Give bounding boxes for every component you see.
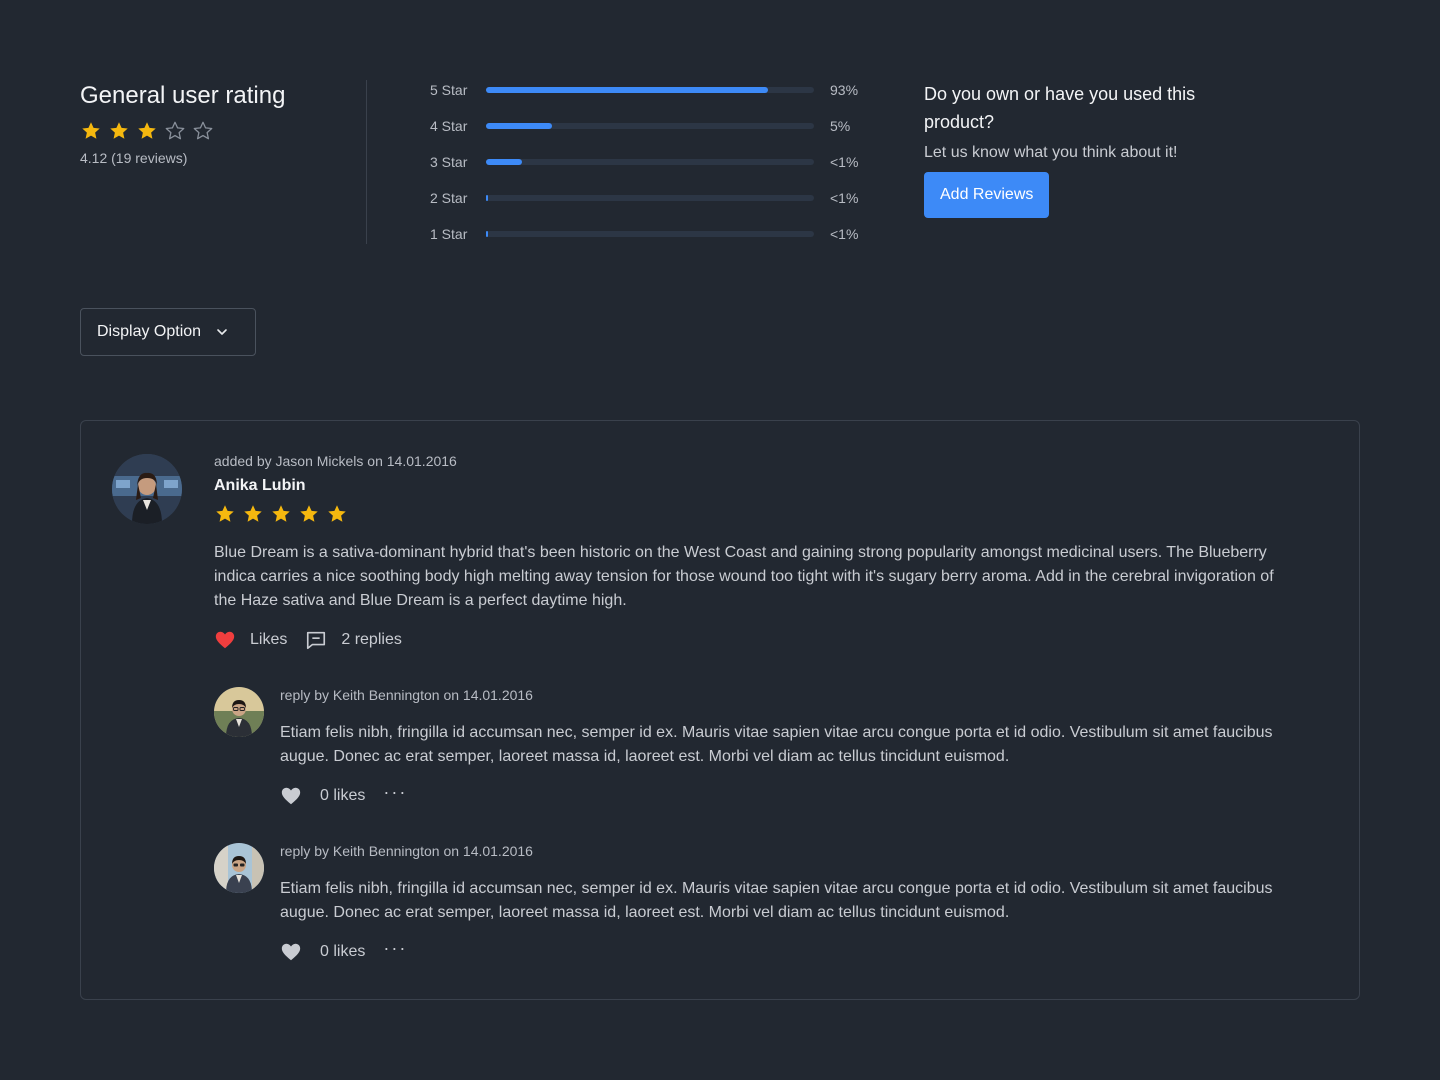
star-icon [298,503,320,525]
heart-icon[interactable] [280,941,302,963]
review-card: added by Jason Mickels on 14.01.2016 Ani… [80,420,1360,1000]
star-icon [192,120,214,142]
replies-label[interactable]: 2 replies [341,631,401,649]
cta-prompt: Let us know what you think about it! [924,144,1178,161]
reply-text: Etiam felis nibh, fringilla id accumsan … [280,880,1273,921]
reply-actions: 0 likes ··· [280,783,1290,807]
star-icon [270,503,292,525]
distribution-track [486,123,814,129]
distribution-track [486,195,814,201]
reply-likes-label[interactable]: 0 likes [320,943,365,961]
distribution-track [486,87,814,93]
distribution-row: 5 Star 93% [430,72,870,108]
summary-divider [366,80,367,244]
distribution-label: 1 Star [430,226,468,242]
review-actions: Likes 2 replies [214,629,1294,651]
star-icon [108,120,130,142]
reply-meta: reply by Keith Bennington on 14.01.2016 [280,843,533,859]
rating-title: General user rating [80,82,286,109]
reviewer-avatar[interactable] [112,454,182,524]
likes-label[interactable]: Likes [250,631,287,649]
reply-meta: reply by Keith Bennington on 14.01.2016 [280,687,533,703]
reply-actions: 0 likes ··· [280,939,1290,963]
review-text: Blue Dream is a sativa-dominant hybrid t… [214,544,1274,609]
distribution-row: 3 Star <1% [430,144,870,180]
distribution-label: 3 Star [430,154,468,170]
review-added-by: added by Jason Mickels on 14.01.2016 [214,453,457,469]
reviewer-name: Anika Lubin [214,477,306,494]
review-stars [214,503,1294,525]
distribution-fill [486,195,488,201]
reply-avatar[interactable] [214,687,264,737]
review-cta: Do you own or have you used this product… [924,80,1224,218]
distribution-percent: 5% [830,118,851,134]
summary-stars [80,120,380,142]
heart-icon[interactable] [214,629,236,651]
distribution-fill [486,87,769,93]
distribution-label: 2 Star [430,190,468,206]
review-page: General user rating 4.12 (19 reviews) 5 … [0,0,1440,1080]
distribution-percent: <1% [830,154,859,170]
display-option-dropdown[interactable]: Display Option [80,308,256,356]
cta-question: Do you own or have you used this product… [924,84,1196,132]
distribution-percent: <1% [830,190,859,206]
rating-distribution: 5 Star 93% 4 Star 5% 3 Star <1% 2 Star <… [430,80,870,252]
distribution-percent: 93% [830,82,859,98]
distribution-track [486,159,814,165]
star-icon [164,120,186,142]
display-option-label: Display Option [97,323,202,340]
rating-summary: General user rating 4.12 (19 reviews) [80,80,380,166]
distribution-row: 2 Star <1% [430,180,870,216]
star-icon [326,503,348,525]
reply-likes-label[interactable]: 0 likes [320,787,365,805]
chevron-down-icon [215,325,229,339]
star-icon [214,503,236,525]
distribution-label: 5 Star [430,82,468,98]
comment-icon[interactable] [305,629,327,651]
more-icon[interactable]: ··· [383,783,407,805]
distribution-row: 1 Star <1% [430,216,870,252]
distribution-percent: <1% [830,226,859,242]
rating-meta: 4.12 (19 reviews) [80,150,188,166]
reply-body: reply by Keith Bennington on 14.01.2016 … [280,687,1290,807]
reply-avatar[interactable] [214,843,264,893]
reply-body: reply by Keith Bennington on 14.01.2016 … [280,843,1290,963]
heart-icon[interactable] [280,785,302,807]
distribution-track [486,231,814,237]
star-icon [136,120,158,142]
distribution-fill [486,231,488,237]
review-body: added by Jason Mickels on 14.01.2016 Ani… [214,453,1294,651]
star-icon [80,120,102,142]
distribution-fill [486,159,523,165]
star-icon [242,503,264,525]
distribution-row: 4 Star 5% [430,108,870,144]
more-icon[interactable]: ··· [383,939,407,961]
reply-text: Etiam felis nibh, fringilla id accumsan … [280,724,1273,765]
add-reviews-button[interactable]: Add Reviews [924,172,1050,218]
distribution-label: 4 Star [430,118,468,134]
distribution-fill [486,123,552,129]
